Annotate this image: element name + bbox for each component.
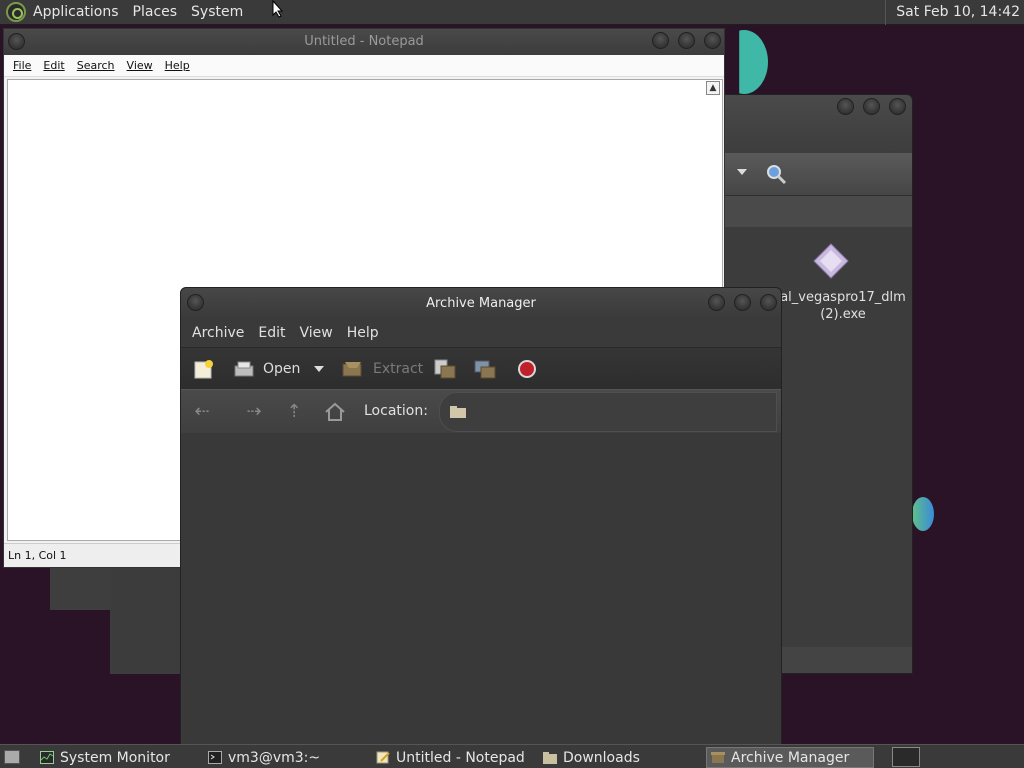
forward-arrow-icon[interactable]: ⇢: [243, 402, 265, 422]
menu-search[interactable]: Search: [71, 59, 121, 72]
maximize-button[interactable]: [863, 98, 880, 115]
archive-manager-toolbar: Open Extract: [181, 347, 781, 389]
file-label[interactable]: al_vegaspro17_dlm (2).exe: [773, 289, 913, 323]
stop-button[interactable]: [517, 358, 537, 380]
scroll-up-arrow[interactable]: ▲: [706, 81, 720, 95]
home-icon[interactable]: [324, 402, 346, 422]
mouse-cursor-icon: [272, 0, 284, 18]
open-archive-icon: [234, 361, 254, 377]
minimize-button[interactable]: [837, 98, 854, 115]
open-label: Open: [263, 361, 301, 377]
search-icon[interactable]: [765, 163, 787, 185]
menu-edit[interactable]: Edit: [37, 59, 70, 72]
taskbar-item-label: Downloads: [563, 749, 640, 766]
places-menu[interactable]: Places: [126, 0, 185, 25]
archive-manager-window[interactable]: Archive Manager Archive Edit View Help O…: [180, 287, 782, 748]
exe-file-icon[interactable]: [813, 243, 849, 279]
notepad-titlebar[interactable]: Untitled - Notepad: [4, 29, 724, 55]
file-manager-toolbar: [701, 153, 912, 195]
minimize-button[interactable]: [652, 32, 669, 49]
up-arrow-icon[interactable]: ⇡: [283, 402, 305, 422]
maximize-button[interactable]: [678, 32, 695, 49]
background-window-fragment: [110, 566, 182, 674]
archive-manager-menubar: Archive Edit View Help: [181, 319, 781, 347]
stop-icon: [518, 360, 536, 378]
chevron-down-icon[interactable]: [737, 169, 747, 175]
menu-help[interactable]: Help: [340, 325, 386, 341]
archive-manager-navbar: ⇠ ⇢ ⇡ Location:: [181, 389, 781, 433]
menu-edit[interactable]: Edit: [251, 325, 292, 341]
taskbar-item-label: Untitled - Notepad: [396, 749, 525, 766]
chevron-down-icon: [314, 366, 324, 372]
folder-icon: [450, 406, 466, 418]
location-label: Location:: [364, 403, 428, 419]
archive-manager-titlebar[interactable]: Archive Manager: [181, 288, 781, 319]
back-arrow-icon[interactable]: ⇠: [191, 402, 213, 422]
menu-view[interactable]: View: [293, 325, 340, 341]
system-menu[interactable]: System: [184, 0, 250, 25]
minimize-button[interactable]: [708, 294, 725, 311]
folder-icon: [543, 752, 557, 764]
workspace-switcher[interactable]: [892, 747, 920, 767]
extract-label: Extract: [373, 361, 424, 377]
add-folder-icon: [474, 360, 496, 379]
show-desktop-icon[interactable]: [4, 750, 20, 764]
background-window-fragment: [50, 566, 110, 610]
new-archive-icon: [194, 360, 213, 379]
window-title: Archive Manager: [426, 296, 536, 311]
menu-help[interactable]: Help: [159, 59, 196, 72]
notepad-menubar: File Edit Search View Help: [4, 55, 724, 77]
taskbar-item-label: Archive Manager: [731, 749, 850, 766]
add-files-icon: [434, 359, 456, 379]
extract-button[interactable]: Extract: [341, 358, 423, 380]
open-dropdown-button[interactable]: [313, 358, 325, 380]
menu-view[interactable]: View: [121, 59, 159, 72]
clock[interactable]: Sat Feb 10, 14:42: [885, 0, 1024, 25]
archive-manager-icon: [711, 752, 725, 763]
close-button[interactable]: [704, 32, 721, 49]
taskbar-item-archive-manager[interactable]: Archive Manager: [706, 747, 874, 768]
extract-icon: [342, 362, 362, 377]
top-panel: Applications Places System Sat Feb 10, 1…: [0, 0, 1024, 25]
distro-logo-icon[interactable]: [6, 2, 26, 22]
add-files-button[interactable]: [433, 358, 457, 380]
open-button[interactable]: Open: [233, 358, 300, 380]
maximize-button[interactable]: [734, 294, 751, 311]
add-folder-button[interactable]: [473, 358, 497, 380]
bottom-taskbar: System Monitor vm3@vm3:~ Untitled - Note…: [0, 744, 1024, 768]
archive-file-list[interactable]: [181, 433, 781, 748]
taskbar-item-system-monitor[interactable]: System Monitor: [40, 747, 200, 768]
taskbar-item-terminal[interactable]: vm3@vm3:~: [208, 747, 368, 768]
applications-menu[interactable]: Applications: [26, 0, 126, 25]
menu-archive[interactable]: Archive: [185, 325, 251, 341]
desktop-decoration: [739, 30, 768, 94]
location-field[interactable]: [439, 392, 777, 432]
new-archive-button[interactable]: [193, 358, 215, 380]
system-monitor-icon: [40, 751, 54, 764]
menu-file[interactable]: File: [7, 59, 37, 72]
close-button[interactable]: [760, 294, 777, 311]
taskbar-item-label: vm3@vm3:~: [228, 749, 321, 766]
notepad-icon: [376, 751, 390, 764]
file-manager-pathbar: [701, 195, 912, 227]
close-button[interactable]: [889, 98, 906, 115]
taskbar-item-label: System Monitor: [60, 749, 170, 766]
desktop-decoration: [912, 497, 934, 531]
terminal-icon: [208, 751, 222, 764]
window-title: Untitled - Notepad: [304, 34, 424, 49]
taskbar-item-notepad[interactable]: Untitled - Notepad: [376, 747, 536, 768]
taskbar-item-downloads[interactable]: Downloads: [543, 747, 703, 768]
